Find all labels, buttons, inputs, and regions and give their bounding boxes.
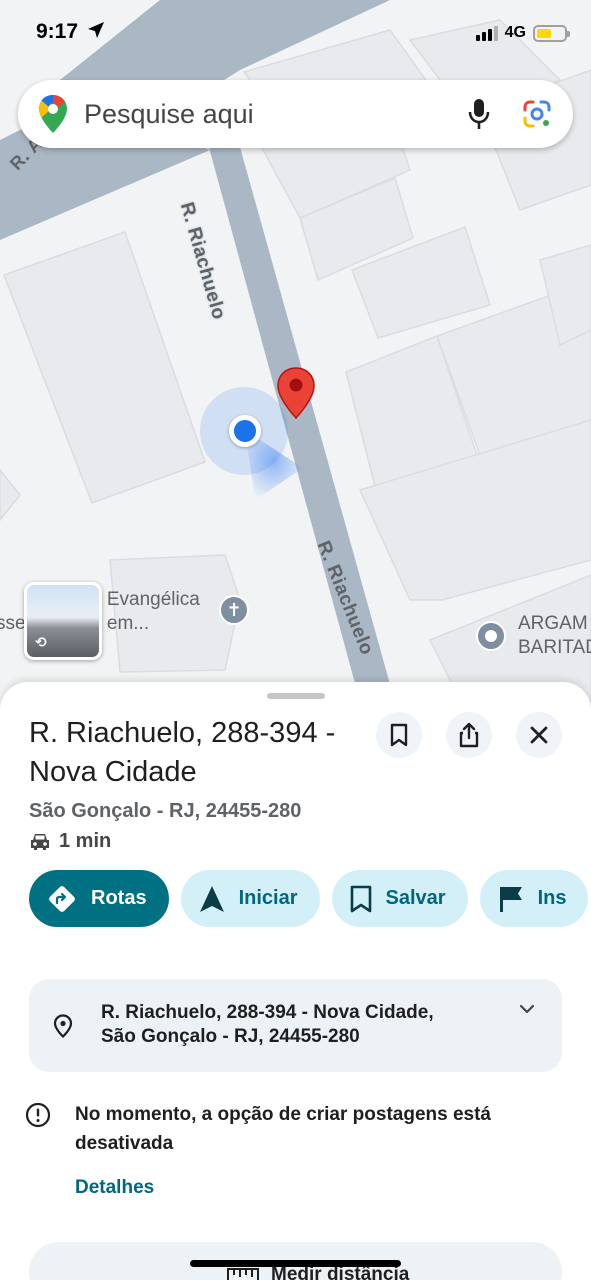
flag-icon [499,886,522,912]
poi-label-business[interactable]: ARGAM BARITAD [518,612,591,660]
chevron-down-icon[interactable] [518,1003,536,1015]
poi-label-line: BARITAD [518,637,591,658]
place-subtitle: São Gonçalo - RJ, 24455-280 [29,800,302,822]
address-text: R. Riachuelo, 288-394 - Nova Cidade, São… [101,1001,501,1049]
selected-place-pin-icon[interactable] [276,366,316,420]
address-line: São Gonçalo - RJ, 24455-280 [101,1026,360,1047]
street-view-thumbnail[interactable]: ⟲ [24,582,102,660]
label-label: Ins [537,887,567,909]
current-location-dot [229,415,261,447]
start-navigation-button[interactable]: Iniciar [180,870,320,927]
google-lens-icon [523,100,551,128]
network-type: 4G [504,24,526,41]
action-chips: Rotas Iniciar Salvar Ins [29,870,589,927]
signal-icon [475,25,498,41]
location-pin-icon [53,1014,73,1038]
ruler-icon [227,1268,259,1280]
microphone-icon [468,99,490,129]
address-card[interactable]: R. Riachuelo, 288-394 - Nova Cidade, São… [29,979,562,1072]
place-pin-icon[interactable] [476,621,506,651]
directions-button[interactable]: Rotas [29,870,169,927]
status-bar: 9:17 4G [0,0,591,70]
place-details-sheet[interactable]: R. Riachuelo, 288-394 - Nova Cidade São … [0,682,591,1280]
share-button[interactable] [446,712,492,758]
bookmark-icon [390,723,408,747]
posting-disabled-notice: No momento, a opção de criar postagens e… [75,1104,491,1154]
travel-time: 1 min [59,830,112,852]
share-icon [459,722,479,748]
start-label: Iniciar [238,887,298,909]
clock: 9:17 [36,20,79,43]
voice-search-button[interactable] [461,96,497,132]
directions-icon [49,885,75,912]
close-icon [530,726,548,744]
home-indicator[interactable] [190,1260,401,1267]
close-button[interactable] [516,712,562,758]
drag-handle[interactable] [267,693,325,699]
address-line: R. Riachuelo, 288-394 - Nova Cidade, [101,1002,434,1023]
bookmark-button[interactable] [376,712,422,758]
battery-fill [537,28,552,38]
place-title: R. Riachuelo, 288-394 - Nova Cidade [29,717,336,788]
directions-label: Rotas [91,887,147,909]
bookmark-icon [350,885,371,912]
navigation-arrow-icon [199,885,224,912]
add-label-button[interactable]: Ins [479,870,589,927]
travel-time-row: 1 min [29,830,111,853]
battery-icon [533,24,570,42]
save-label: Salvar [385,887,446,909]
location-arrow-icon [87,22,104,38]
alert-circle-icon [25,1102,51,1128]
google-maps-logo-icon [39,95,67,133]
rotate-360-icon: ⟲ [35,634,47,650]
search-bar[interactable]: Pesquise aqui [18,80,573,148]
poi-label-line: ARGAM [518,613,588,634]
google-lens-button[interactable] [519,96,555,132]
header-actions [376,712,562,758]
save-button[interactable]: Salvar [331,870,468,927]
details-link[interactable]: Detalhes [75,1177,154,1199]
church-icon[interactable]: ✝ [219,595,249,625]
status-indicators: 4G [475,24,570,42]
car-icon [31,833,49,850]
search-input[interactable]: Pesquise aqui [84,99,439,130]
status-time: 9:17 [36,20,105,44]
